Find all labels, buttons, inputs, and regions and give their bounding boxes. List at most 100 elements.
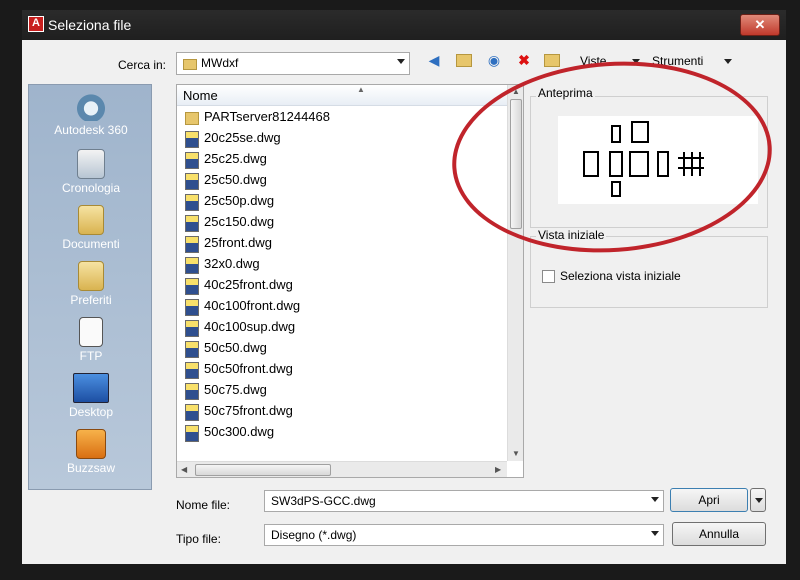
back-arrow-icon[interactable]: ◀ bbox=[424, 50, 444, 70]
up-folder-icon[interactable] bbox=[454, 50, 474, 70]
dwg-file-icon bbox=[185, 152, 199, 169]
place-desktop[interactable]: Desktop bbox=[29, 369, 153, 425]
place-favorites[interactable]: Preferiti bbox=[29, 257, 153, 313]
tools-menu[interactable]: Strumenti bbox=[652, 54, 703, 68]
dwg-file-icon bbox=[185, 257, 199, 274]
file-list-item[interactable]: 32x0.dwg bbox=[177, 254, 507, 275]
dwg-file-icon bbox=[185, 299, 199, 316]
vertical-scrollbar[interactable]: ▲ ▼ bbox=[507, 85, 523, 461]
dialog-body: Cerca in: MWdxf ◀ ◉ ✖ Viste Strumenti Au… bbox=[22, 40, 786, 564]
select-initial-view-checkbox[interactable] bbox=[542, 270, 555, 283]
file-name: 32x0.dwg bbox=[204, 256, 260, 271]
filename-input[interactable]: SW3dPS-GCC.dwg bbox=[264, 490, 664, 512]
file-list-item[interactable]: 50c75front.dwg bbox=[177, 401, 507, 422]
dwg-file-icon bbox=[185, 173, 199, 190]
file-list-item[interactable]: 25c50p.dwg bbox=[177, 191, 507, 212]
dwg-file-icon bbox=[185, 425, 199, 442]
ftp-icon bbox=[79, 317, 103, 347]
dwg-file-icon bbox=[185, 215, 199, 232]
file-list-item[interactable]: 40c25front.dwg bbox=[177, 275, 507, 296]
views-menu[interactable]: Viste bbox=[580, 54, 606, 68]
views-label: Viste bbox=[580, 54, 607, 68]
file-name: 25c50.dwg bbox=[204, 172, 267, 187]
file-dialog-window: A Seleziona file ✕ Cerca in: MWdxf ◀ ◉ ✖… bbox=[0, 0, 800, 580]
favorites-folder-icon bbox=[78, 261, 104, 291]
file-name: 50c50front.dwg bbox=[204, 361, 293, 376]
new-folder-icon[interactable] bbox=[542, 50, 562, 70]
file-list-item[interactable]: 25c150.dwg bbox=[177, 212, 507, 233]
place-autodesk-360[interactable]: Autodesk 360 bbox=[29, 89, 153, 145]
file-rows: PARTserver81244468 20c25se.dwg 25c25.dwg 25… bbox=[177, 107, 507, 443]
filename-value: SW3dPS-GCC.dwg bbox=[271, 494, 376, 508]
scroll-up-icon[interactable]: ▲ bbox=[512, 87, 520, 96]
select-initial-view-label: Seleziona vista iniziale bbox=[560, 269, 681, 283]
column-header-name[interactable]: Nome ▲ bbox=[177, 85, 507, 106]
place-label: Buzzsaw bbox=[66, 461, 116, 475]
horizontal-scrollbar[interactable]: ◀ ▶ bbox=[177, 461, 507, 477]
file-name: 20c25se.dwg bbox=[204, 130, 281, 145]
close-button[interactable]: ✕ bbox=[740, 14, 780, 36]
dwg-file-icon bbox=[185, 278, 199, 295]
places-bar: Autodesk 360 Cronologia Documenti Prefer… bbox=[28, 84, 152, 490]
file-name: 50c300.dwg bbox=[204, 424, 275, 439]
autodesk-360-icon bbox=[74, 93, 108, 121]
place-history[interactable]: Cronologia bbox=[29, 145, 153, 201]
file-list-item[interactable]: 50c300.dwg bbox=[177, 422, 507, 443]
file-list-item[interactable]: 40c100front.dwg bbox=[177, 296, 507, 317]
dwg-file-icon bbox=[185, 383, 199, 400]
file-list-item[interactable]: 50c50.dwg bbox=[177, 338, 507, 359]
views-chevron-icon[interactable] bbox=[632, 59, 640, 64]
file-name: 25front.dwg bbox=[204, 235, 272, 250]
horizontal-scroll-thumb[interactable] bbox=[195, 464, 331, 476]
delete-icon[interactable]: ✖ bbox=[514, 50, 534, 70]
place-label: Desktop bbox=[68, 405, 114, 419]
scroll-right-icon[interactable]: ▶ bbox=[495, 465, 501, 474]
open-button[interactable]: Apri bbox=[670, 488, 748, 512]
tools-chevron-icon[interactable] bbox=[724, 59, 732, 64]
chevron-down-icon bbox=[397, 59, 405, 64]
dwg-file-icon bbox=[185, 320, 199, 337]
place-documents[interactable]: Documenti bbox=[29, 201, 153, 257]
filename-label: Nome file: bbox=[176, 498, 231, 512]
chevron-down-icon bbox=[651, 497, 659, 502]
chevron-down-icon bbox=[755, 498, 763, 503]
file-name: 25c25.dwg bbox=[204, 151, 267, 166]
autocad-logo-icon: A bbox=[28, 16, 44, 32]
look-in-value: MWdxf bbox=[201, 56, 239, 70]
scroll-down-icon[interactable]: ▼ bbox=[512, 449, 520, 458]
file-list-item[interactable]: PARTserver81244468 bbox=[177, 107, 507, 128]
look-in-combo[interactable]: MWdxf bbox=[176, 52, 410, 75]
file-list-item[interactable]: 40c100sup.dwg bbox=[177, 317, 507, 338]
vertical-scroll-thumb[interactable] bbox=[510, 99, 522, 229]
place-label: FTP bbox=[79, 349, 103, 363]
file-name: PARTserver81244468 bbox=[204, 109, 330, 124]
title-bar: A Seleziona file ✕ bbox=[22, 10, 786, 40]
file-list[interactable]: Nome ▲ PARTserver81244468 20c25se.dwg 25c2… bbox=[176, 84, 524, 478]
tools-label: Strumenti bbox=[652, 54, 704, 68]
open-options-button[interactable] bbox=[750, 488, 766, 512]
folder-icon bbox=[183, 59, 197, 70]
sort-ascending-icon: ▲ bbox=[357, 85, 365, 94]
file-list-item[interactable]: 20c25se.dwg bbox=[177, 128, 507, 149]
cancel-button[interactable]: Annulla bbox=[672, 522, 766, 546]
place-ftp[interactable]: FTP bbox=[29, 313, 153, 369]
place-label: Documenti bbox=[62, 237, 120, 251]
scroll-left-icon[interactable]: ◀ bbox=[181, 465, 187, 474]
filetype-select[interactable]: Disegno (*.dwg) bbox=[264, 524, 664, 546]
file-name: 25c150.dwg bbox=[204, 214, 275, 229]
place-buzzsaw[interactable]: Buzzsaw bbox=[29, 425, 153, 481]
file-list-item[interactable]: 50c75.dwg bbox=[177, 380, 507, 401]
column-header-label: Nome bbox=[183, 88, 218, 103]
search-web-icon[interactable]: ◉ bbox=[484, 50, 504, 70]
file-list-item[interactable]: 25c25.dwg bbox=[177, 149, 507, 170]
file-list-item[interactable]: 50c50front.dwg bbox=[177, 359, 507, 380]
dwg-file-icon bbox=[185, 194, 199, 211]
buzzsaw-icon bbox=[76, 429, 106, 459]
preview-image bbox=[558, 116, 758, 204]
look-in-label: Cerca in: bbox=[118, 58, 167, 72]
documents-folder-icon bbox=[78, 205, 104, 235]
file-list-item[interactable]: 25front.dwg bbox=[177, 233, 507, 254]
file-name: 50c75front.dwg bbox=[204, 403, 293, 418]
file-list-item[interactable]: 25c50.dwg bbox=[177, 170, 507, 191]
preview-label: Anteprima bbox=[536, 86, 595, 100]
